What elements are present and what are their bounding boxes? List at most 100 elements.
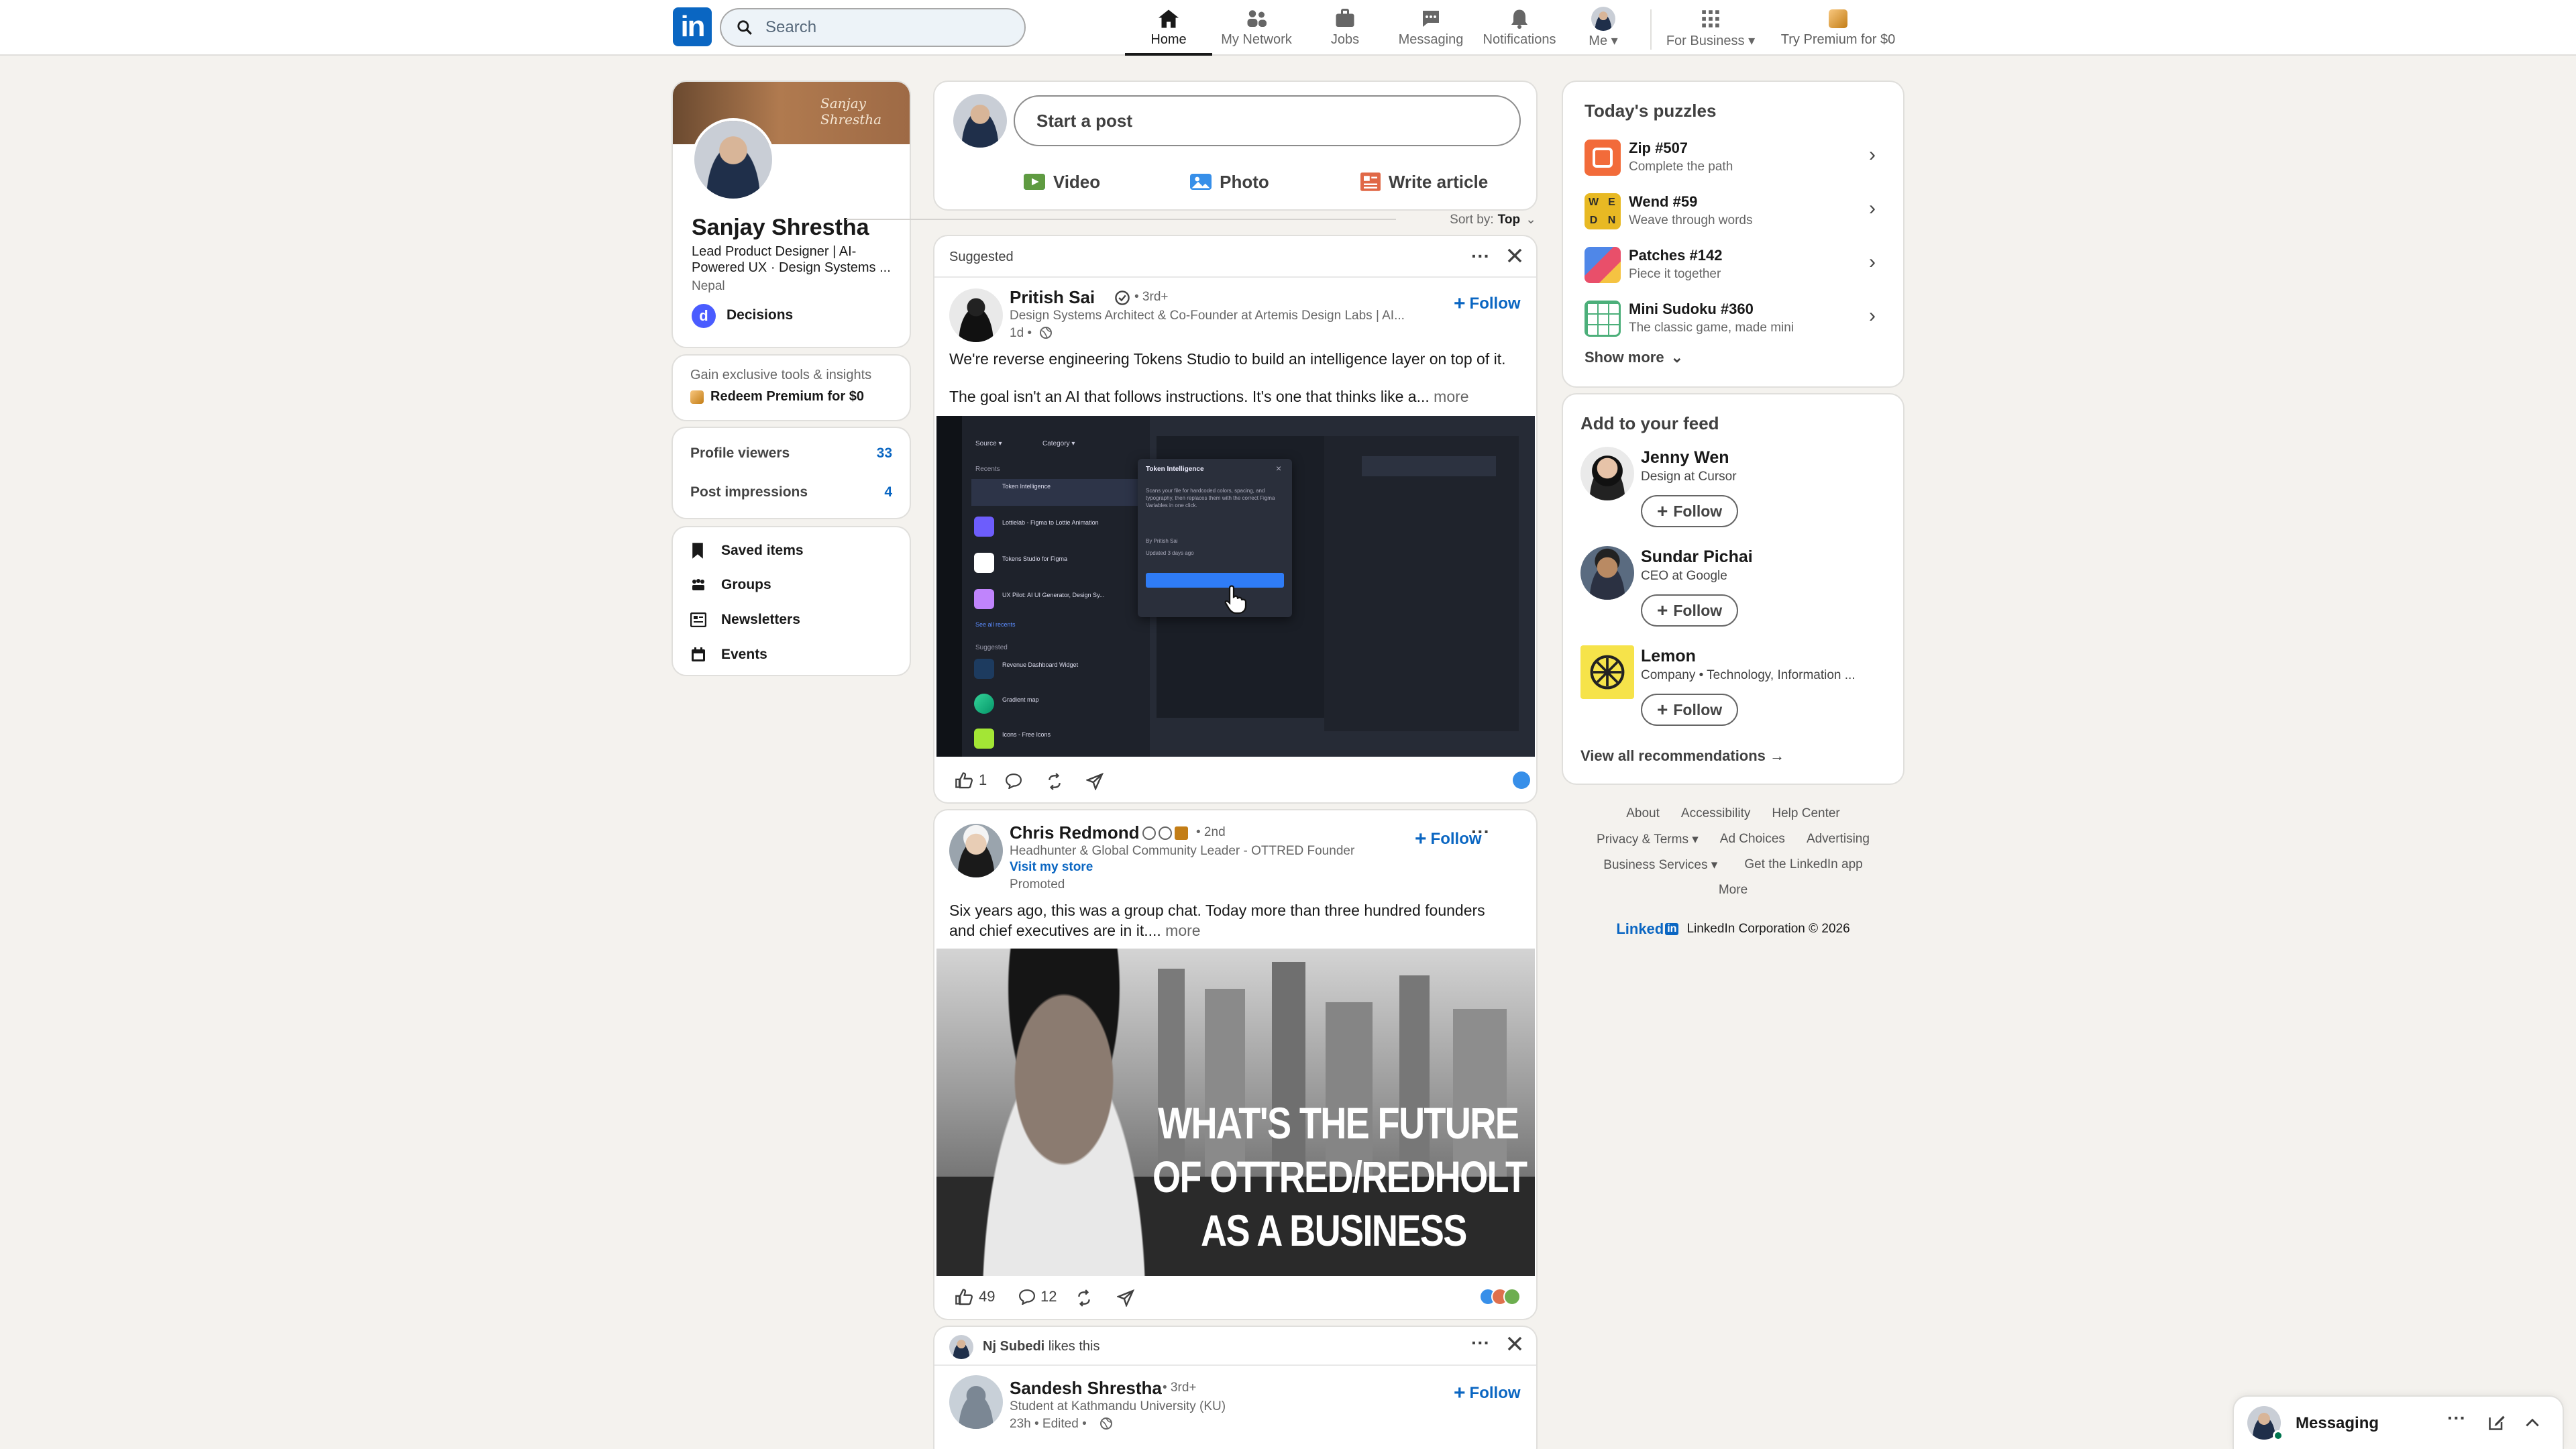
nav-my-network[interactable]: My Network bbox=[1213, 5, 1300, 56]
follow-pill-button[interactable]: + Follow bbox=[1641, 495, 1739, 527]
repost-icon[interactable] bbox=[1046, 773, 1063, 790]
post-impressions-count[interactable]: 4 bbox=[884, 484, 892, 500]
reaction-icons[interactable] bbox=[1479, 1288, 1521, 1305]
liker-avatar[interactable] bbox=[949, 1335, 973, 1359]
footer-link-more[interactable]: More bbox=[1563, 883, 1903, 898]
nav-try-premium[interactable]: Try Premium for $0 bbox=[1771, 5, 1905, 56]
more-options-icon[interactable]: ··· bbox=[1471, 246, 1490, 267]
post-impressions-label[interactable]: Post impressions bbox=[690, 484, 808, 500]
footer: About Accessibility Help Center Privacy … bbox=[1563, 806, 1903, 941]
author-name[interactable]: Sandesh Shrestha bbox=[1010, 1378, 1162, 1399]
search-input[interactable]: Search bbox=[720, 8, 1026, 47]
profile-viewers-label[interactable]: Profile viewers bbox=[690, 445, 790, 462]
profile-viewers-count[interactable]: 33 bbox=[877, 445, 892, 462]
suggestion-name[interactable]: Sundar Pichai bbox=[1641, 547, 1753, 567]
puzzle-mini-sudoku[interactable]: Mini Sudoku #360 The classic game, made … bbox=[1585, 298, 1886, 341]
author-name[interactable]: Pritish Sai bbox=[1010, 287, 1095, 308]
nav-messaging[interactable]: Messaging bbox=[1387, 5, 1474, 56]
puzzle-zip[interactable]: Zip #507 Complete the path › bbox=[1585, 137, 1886, 180]
messaging-dock[interactable]: Messaging ··· bbox=[2234, 1397, 2563, 1449]
sort-label: Sort by: bbox=[1450, 212, 1494, 227]
premium-cta[interactable]: Redeem Premium for $0 bbox=[710, 389, 864, 405]
footer-link-accessibility[interactable]: Accessibility bbox=[1681, 806, 1750, 821]
view-all-recommendations-link[interactable]: View all recommendations → bbox=[1580, 747, 1784, 765]
close-icon[interactable] bbox=[1506, 1335, 1523, 1352]
footer-link-business-services[interactable]: Business Services ▾ bbox=[1603, 857, 1717, 873]
video-button[interactable]: Video bbox=[1002, 165, 1122, 199]
groups-link[interactable]: Groups bbox=[690, 577, 771, 593]
footer-link-help-center[interactable]: Help Center bbox=[1772, 806, 1839, 821]
sort-divider bbox=[846, 219, 1397, 220]
close-icon[interactable] bbox=[1506, 247, 1523, 264]
author-avatar[interactable] bbox=[949, 824, 1003, 877]
comment-icon[interactable] bbox=[1004, 773, 1023, 789]
repost-icon[interactable] bbox=[1075, 1289, 1093, 1307]
follow-label: Follow bbox=[1469, 294, 1521, 313]
see-more-link[interactable]: more bbox=[1434, 388, 1468, 405]
nav-for-business[interactable]: For Business ▾ bbox=[1657, 5, 1764, 56]
suggestion-avatar[interactable] bbox=[1580, 546, 1634, 600]
premium-card[interactable]: Gain exclusive tools & insights Redeem P… bbox=[673, 356, 910, 420]
footer-link-ad-choices[interactable]: Ad Choices bbox=[1720, 832, 1785, 847]
saved-items-link[interactable]: Saved items bbox=[690, 542, 804, 559]
comment-count: 12 bbox=[1040, 1288, 1057, 1305]
nav-me[interactable]: Me ▾ bbox=[1570, 5, 1637, 56]
photo-button[interactable]: Photo bbox=[1163, 165, 1297, 199]
composer-avatar[interactable] bbox=[953, 94, 1007, 148]
reaction-support-icon bbox=[1503, 1288, 1521, 1305]
author-avatar[interactable] bbox=[949, 288, 1003, 342]
more-options-icon[interactable]: ··· bbox=[1471, 1332, 1490, 1354]
follow-button[interactable]: + Follow bbox=[1454, 1382, 1521, 1405]
newsletters-link[interactable]: Newsletters bbox=[690, 612, 800, 628]
nav-for-business-label: For Business ▾ bbox=[1666, 34, 1756, 48]
start-post-input[interactable]: Start a post bbox=[1014, 95, 1521, 146]
puzzle-wend[interactable]: WEDN Wend #59 Weave through words › bbox=[1585, 191, 1886, 233]
sort-dropdown[interactable]: Sort by: Top ⌄ bbox=[846, 212, 1536, 227]
chevron-up-icon[interactable] bbox=[2524, 1414, 2541, 1432]
follow-pill-button[interactable]: + Follow bbox=[1641, 594, 1739, 627]
send-icon[interactable] bbox=[1117, 1289, 1134, 1307]
nav-jobs-label: Jobs bbox=[1330, 32, 1360, 47]
footer-link-get-app[interactable]: Get the LinkedIn app bbox=[1744, 857, 1862, 873]
chevron-right-icon: › bbox=[1869, 251, 1876, 273]
liker-name[interactable]: Nj Subedi bbox=[983, 1339, 1044, 1354]
show-more-button[interactable]: Show more ⌄ bbox=[1585, 349, 1683, 366]
author-avatar[interactable] bbox=[949, 1375, 1003, 1429]
nav-messaging-label: Messaging bbox=[1398, 32, 1464, 47]
author-name[interactable]: Chris Redmond bbox=[1010, 822, 1140, 843]
like-button[interactable]: 49 bbox=[955, 1288, 995, 1305]
compose-icon[interactable] bbox=[2487, 1413, 2506, 1432]
linkedin-logo[interactable]: in bbox=[673, 7, 712, 46]
profile-avatar[interactable] bbox=[692, 118, 775, 201]
lemon-logo-icon[interactable] bbox=[1580, 645, 1634, 699]
follow-pill-button[interactable]: + Follow bbox=[1641, 694, 1739, 726]
footer-link-about[interactable]: About bbox=[1626, 806, 1660, 821]
like-button[interactable]: 1 bbox=[955, 771, 987, 789]
profile-org[interactable]: Decisions bbox=[727, 307, 793, 323]
suggestion-avatar[interactable] bbox=[1580, 447, 1634, 500]
visit-store-link[interactable]: Visit my store bbox=[1010, 860, 1093, 875]
profile-name[interactable]: Sanjay Shrestha bbox=[692, 215, 869, 241]
events-link[interactable]: Events bbox=[690, 647, 767, 663]
suggestion-name[interactable]: Jenny Wen bbox=[1641, 448, 1729, 468]
more-options-icon[interactable]: ··· bbox=[2447, 1407, 2466, 1429]
events-label: Events bbox=[721, 647, 767, 662]
nav-notifications[interactable]: Notifications bbox=[1472, 5, 1566, 56]
nav-home[interactable]: Home bbox=[1125, 5, 1212, 56]
more-options-icon[interactable]: ··· bbox=[1471, 821, 1490, 843]
follow-button[interactable]: + Follow bbox=[1454, 292, 1521, 315]
like-count: 1 bbox=[979, 771, 987, 788]
send-icon[interactable] bbox=[1086, 773, 1104, 790]
post-image-figma-ui[interactable]: Source ▾ Category ▾ Recents Token Intell… bbox=[936, 416, 1535, 757]
see-more-link[interactable]: more bbox=[1165, 922, 1200, 939]
write-article-button[interactable]: Write article bbox=[1330, 165, 1518, 199]
ui-frame-right bbox=[1324, 436, 1519, 731]
nav-jobs[interactable]: Jobs bbox=[1301, 5, 1389, 56]
puzzle-patches[interactable]: Patches #142 Piece it together › bbox=[1585, 244, 1886, 287]
comment-button[interactable]: 12 bbox=[1018, 1288, 1057, 1305]
footer-link-privacy-terms[interactable]: Privacy & Terms ▾ bbox=[1597, 832, 1699, 847]
footer-link-advertising[interactable]: Advertising bbox=[1807, 832, 1870, 847]
suggestion-name[interactable]: Lemon bbox=[1641, 647, 1696, 666]
reaction-like-icon[interactable] bbox=[1513, 771, 1530, 789]
post-image-city[interactable]: WHAT'S THE FUTURE OF OTTRED/REDHOLT AS A… bbox=[936, 949, 1535, 1276]
